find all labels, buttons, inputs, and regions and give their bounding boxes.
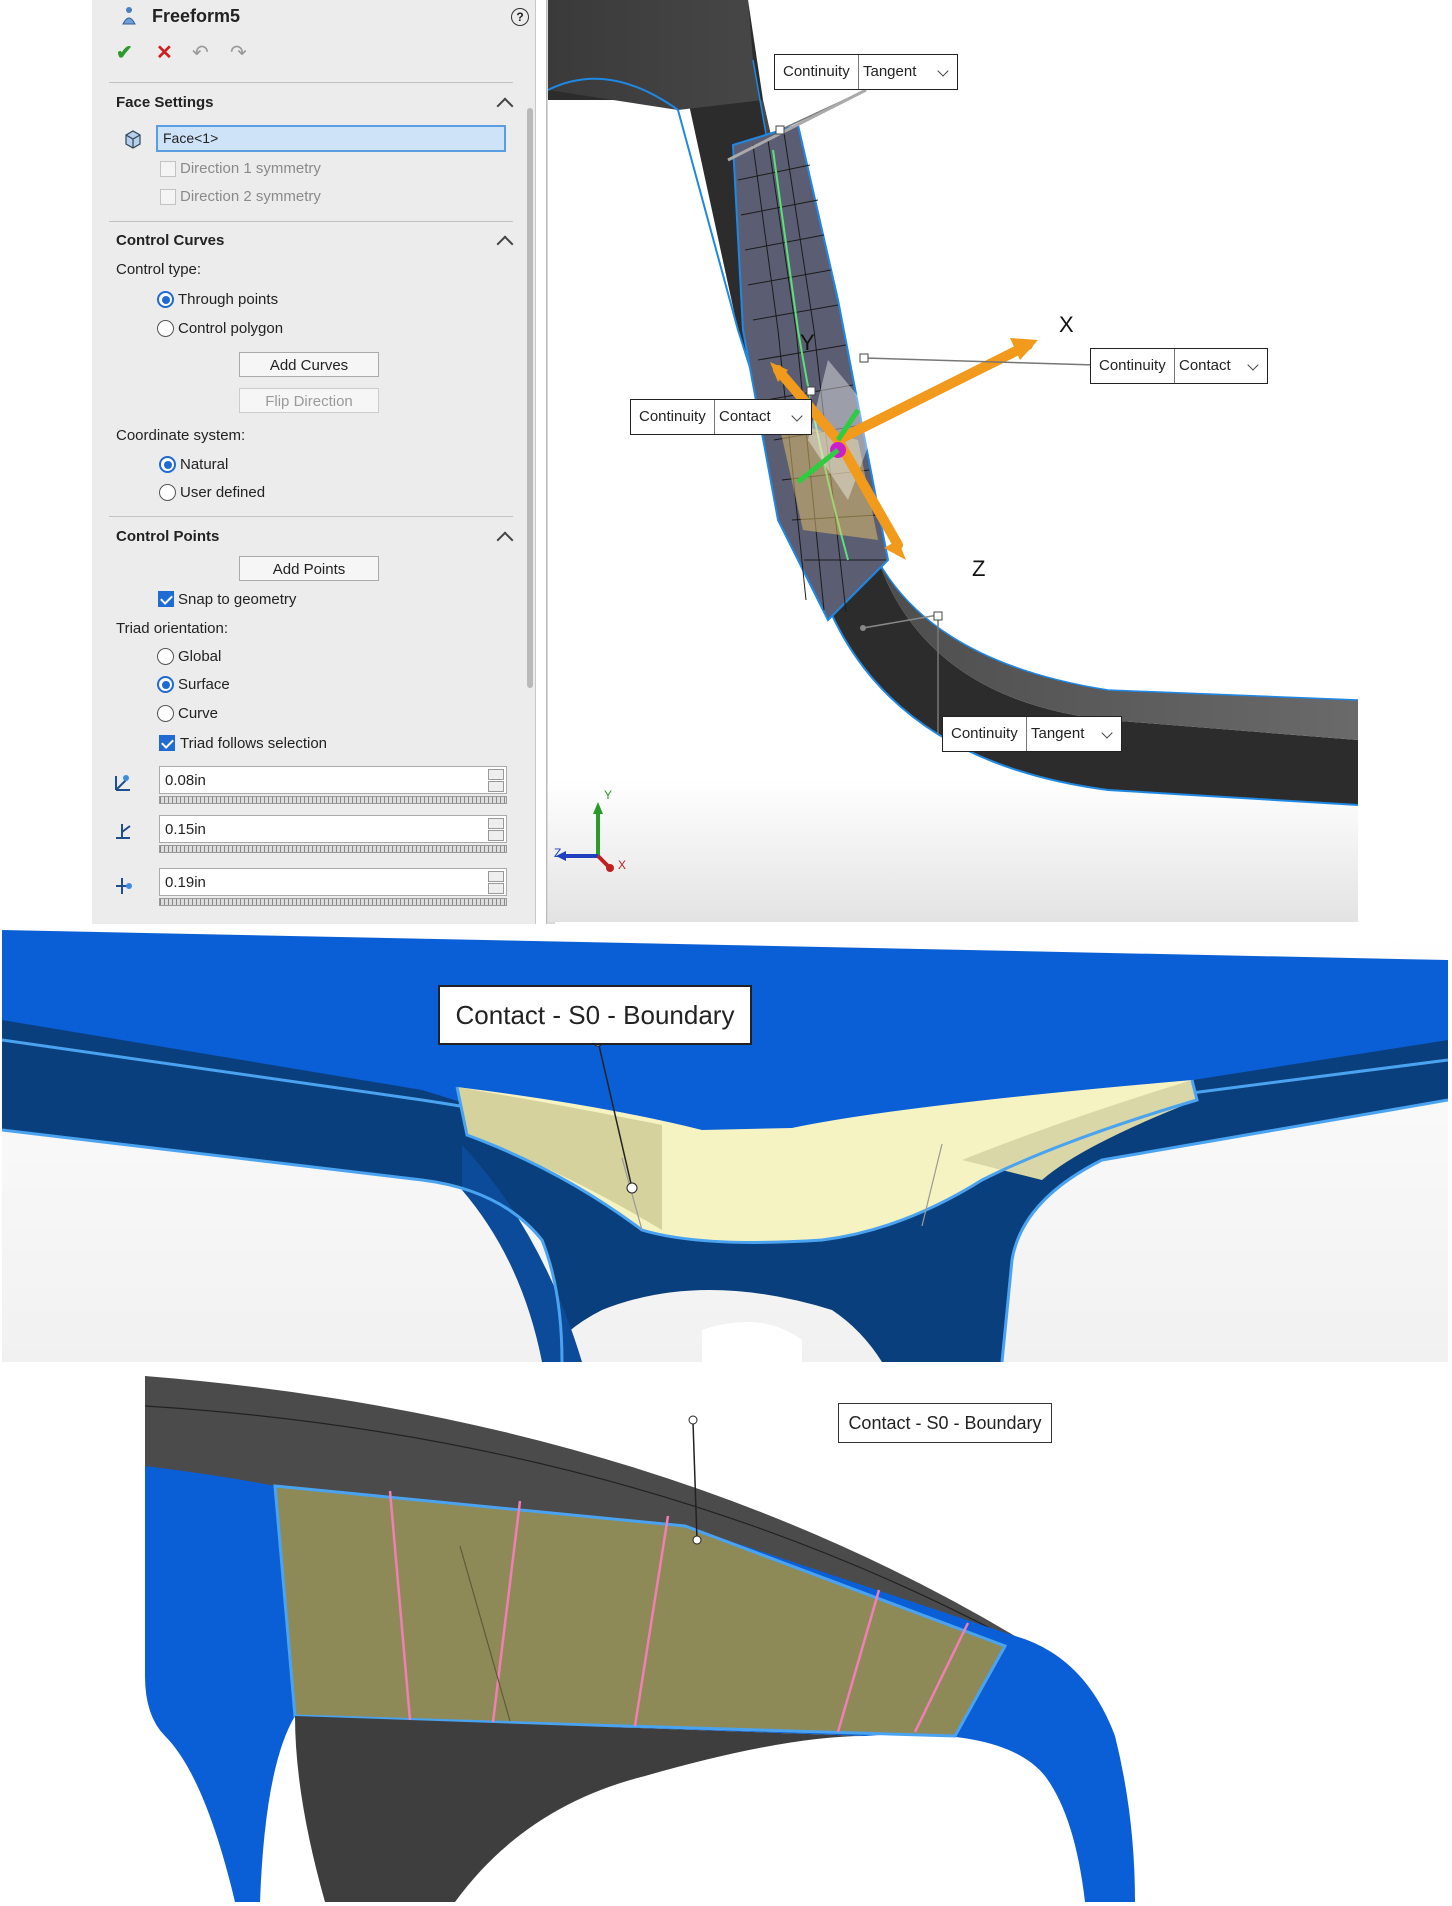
feature-title: Freeform5 bbox=[152, 6, 241, 26]
triad-direction-z-icon bbox=[116, 878, 132, 894]
triad-direction-y-icon bbox=[116, 824, 131, 839]
control-points-header[interactable]: Control Points bbox=[116, 528, 219, 545]
spin-down-icon[interactable] bbox=[488, 830, 504, 841]
ok-button[interactable]: ✔ bbox=[116, 43, 133, 63]
cancel-button[interactable]: ✕ bbox=[156, 43, 173, 63]
continuity-label: Continuity bbox=[775, 55, 859, 89]
dropdown-chevron-icon[interactable] bbox=[937, 65, 949, 77]
continuity-value[interactable]: Tangent bbox=[1023, 717, 1084, 751]
mini-triad-y-label: Y bbox=[604, 788, 613, 802]
control-polygon-radio[interactable] bbox=[157, 320, 174, 337]
triad-direction-x-icon bbox=[115, 775, 130, 791]
separator bbox=[109, 516, 513, 517]
dropdown-chevron-icon[interactable] bbox=[1101, 727, 1113, 739]
delta-x-slider[interactable] bbox=[159, 796, 507, 804]
continuity-callout-bottom[interactable]: Continuity Tangent bbox=[942, 716, 1122, 752]
continuity-callout-top[interactable]: Continuity Tangent bbox=[774, 54, 958, 90]
continuity-value[interactable]: Contact bbox=[711, 400, 771, 434]
property-manager-panel: Freeform5 ? ✔ ✕ ↶ ↷ Face Settings Face<1… bbox=[92, 0, 536, 924]
redo-button[interactable]: ↷ bbox=[230, 43, 247, 63]
coordinate-system-label: Coordinate system: bbox=[116, 427, 246, 444]
global-label: Global bbox=[178, 648, 222, 665]
freeform-feature-icon bbox=[122, 7, 136, 25]
collapse-chevron-icon[interactable] bbox=[496, 97, 514, 115]
graphics-viewport-boundary-top[interactable]: Contact - S0 - Boundary bbox=[145, 1376, 1305, 1902]
control-type-label: Control type: bbox=[116, 261, 202, 278]
delta-x-value: 0.08in bbox=[165, 772, 206, 789]
model-geometry bbox=[548, 0, 1358, 922]
spin-down-icon[interactable] bbox=[488, 781, 504, 792]
graphics-viewport-boundary-front[interactable]: Contact - S0 - Boundary bbox=[2, 930, 1448, 1362]
delta-y-input[interactable]: 0.15in bbox=[159, 815, 507, 843]
delta-y-slider[interactable] bbox=[159, 845, 507, 853]
snap-to-geometry-label: Snap to geometry bbox=[178, 591, 297, 608]
continuity-value[interactable]: Contact bbox=[1171, 349, 1231, 383]
mini-triad-x-label: X bbox=[618, 858, 627, 872]
delta-z-slider[interactable] bbox=[159, 898, 507, 906]
spin-up-icon[interactable] bbox=[488, 769, 504, 780]
flip-direction-button[interactable]: Flip Direction bbox=[239, 388, 379, 413]
triad-follows-selection-label: Triad follows selection bbox=[180, 735, 328, 752]
through-points-label: Through points bbox=[178, 291, 279, 308]
collapse-chevron-icon[interactable] bbox=[496, 235, 514, 253]
boundary-callout[interactable]: Contact - S0 - Boundary bbox=[438, 985, 752, 1045]
natural-label: Natural bbox=[180, 456, 229, 473]
triad-axis-z-label: Z bbox=[972, 556, 986, 581]
undo-button[interactable]: ↶ bbox=[192, 43, 209, 63]
continuity-callout-right[interactable]: Continuity Contact bbox=[1090, 348, 1268, 384]
continuity-label: Continuity bbox=[1091, 349, 1175, 383]
model-geometry bbox=[145, 1376, 1135, 1902]
dropdown-chevron-icon[interactable] bbox=[791, 410, 803, 422]
triad-follows-selection-checkbox[interactable] bbox=[159, 735, 175, 751]
control-polygon-label: Control polygon bbox=[178, 320, 284, 337]
spin-up-icon[interactable] bbox=[488, 871, 504, 882]
triad-axis-x-label: X bbox=[1059, 312, 1074, 337]
boundary-callout[interactable]: Contact - S0 - Boundary bbox=[838, 1403, 1052, 1443]
continuity-label: Continuity bbox=[631, 400, 715, 434]
snap-to-geometry-checkbox[interactable] bbox=[158, 591, 174, 607]
continuity-callout-left[interactable]: Continuity Contact bbox=[630, 399, 812, 435]
control-curves-header[interactable]: Control Curves bbox=[116, 232, 224, 249]
face-selection-field[interactable]: Face<1> bbox=[156, 125, 506, 152]
direction2-symmetry-checkbox[interactable] bbox=[160, 189, 176, 205]
help-icon[interactable]: ? bbox=[511, 8, 529, 26]
delta-z-value: 0.19in bbox=[165, 874, 206, 891]
add-points-button[interactable]: Add Points bbox=[239, 556, 379, 581]
panel-scrollbar[interactable] bbox=[527, 108, 533, 688]
mini-triad-z-label: Z bbox=[554, 846, 562, 860]
separator bbox=[109, 82, 513, 83]
direction1-symmetry-label: Direction 1 symmetry bbox=[180, 160, 321, 177]
user-defined-radio[interactable] bbox=[159, 484, 176, 501]
continuity-value[interactable]: Tangent bbox=[855, 55, 916, 89]
face-settings-header[interactable]: Face Settings bbox=[116, 94, 214, 111]
separator bbox=[109, 221, 513, 222]
continuity-label: Continuity bbox=[943, 717, 1027, 751]
triad-axis-y-label: Y bbox=[800, 330, 815, 355]
natural-radio[interactable] bbox=[159, 456, 176, 473]
delta-z-input[interactable]: 0.19in bbox=[159, 868, 507, 896]
user-defined-label: User defined bbox=[180, 484, 266, 501]
collapse-chevron-icon[interactable] bbox=[496, 531, 514, 549]
global-radio[interactable] bbox=[157, 648, 174, 665]
dropdown-chevron-icon[interactable] bbox=[1247, 359, 1259, 371]
direction2-symmetry-label: Direction 2 symmetry bbox=[180, 188, 321, 205]
curve-radio[interactable] bbox=[157, 705, 174, 722]
curve-label: Curve bbox=[178, 705, 219, 722]
surface-radio[interactable] bbox=[157, 676, 174, 693]
spin-down-icon[interactable] bbox=[488, 883, 504, 894]
face-icon bbox=[125, 130, 141, 149]
spin-up-icon[interactable] bbox=[488, 818, 504, 829]
graphics-viewport-freeform[interactable]: Continuity Tangent Continuity Contact Co… bbox=[548, 0, 1358, 922]
triad-orientation-label: Triad orientation: bbox=[116, 620, 229, 637]
surface-label: Surface bbox=[178, 676, 230, 693]
through-points-radio[interactable] bbox=[157, 291, 174, 308]
delta-y-value: 0.15in bbox=[165, 821, 206, 838]
add-curves-button[interactable]: Add Curves bbox=[239, 352, 379, 377]
direction1-symmetry-checkbox[interactable] bbox=[160, 161, 176, 177]
delta-x-input[interactable]: 0.08in bbox=[159, 766, 507, 794]
